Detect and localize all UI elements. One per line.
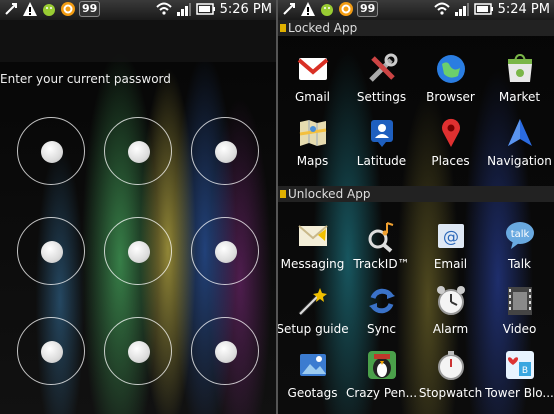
- places-icon: [442, 118, 460, 147]
- app-maps[interactable]: Maps: [278, 116, 347, 180]
- locked-section-header: Locked App: [278, 20, 554, 36]
- pattern-dot-2[interactable]: [104, 117, 172, 185]
- pattern-dot-1[interactable]: [17, 117, 85, 185]
- video-icon: [508, 287, 532, 315]
- app-trackid[interactable]: TrackID™: [347, 219, 416, 283]
- svg-text:@: @: [443, 227, 459, 246]
- browser-icon: [437, 55, 465, 83]
- app-email[interactable]: @ Email: [416, 219, 485, 283]
- sync-icon: [369, 288, 395, 314]
- notification-count-badge: 99: [79, 1, 101, 17]
- title-band: [0, 20, 276, 62]
- svg-text:B: B: [522, 366, 528, 376]
- trackid-icon: [368, 222, 394, 253]
- pattern-dot-7[interactable]: [17, 317, 85, 385]
- app-market[interactable]: Market: [485, 52, 554, 116]
- pattern-dot-4[interactable]: [17, 217, 85, 285]
- stopwatch-icon: [438, 351, 464, 380]
- email-icon: @: [438, 224, 464, 248]
- android-icon: [43, 4, 55, 16]
- pattern-dot-9[interactable]: [191, 317, 259, 385]
- maps-icon: [299, 120, 327, 146]
- pattern-dot-8[interactable]: [104, 317, 172, 385]
- app-navigation[interactable]: Navigation: [485, 116, 554, 180]
- clock: 5:24 PM: [497, 1, 550, 17]
- pattern-lock-screen: 99 5:26 PM Enter your current password: [0, 0, 276, 414]
- messaging-icon: [298, 225, 328, 246]
- app-messaging[interactable]: Messaging: [278, 219, 347, 283]
- app-talk[interactable]: talk Talk: [485, 219, 554, 283]
- app-stopwatch[interactable]: Stopwatch: [416, 348, 485, 412]
- usb-debug-icon: [283, 3, 295, 15]
- pattern-dot-3[interactable]: [191, 117, 259, 185]
- status-bar: 99 5:26 PM: [0, 0, 276, 20]
- battery-icon: [195, 3, 215, 15]
- gmail-icon: [297, 58, 329, 80]
- settings-icon: [369, 53, 398, 82]
- app-alarm[interactable]: Alarm: [416, 284, 485, 348]
- battery-icon: [473, 3, 493, 15]
- latitude-icon: [371, 120, 393, 147]
- status-bar: 99 5:24 PM: [278, 0, 554, 20]
- market-icon: [508, 53, 532, 82]
- usb-debug-icon: [5, 3, 17, 15]
- navigation-icon: [508, 119, 532, 146]
- android-icon: [321, 4, 333, 16]
- app-browser[interactable]: Browser: [416, 52, 485, 116]
- app-tower-bloxx[interactable]: B Tower Blo...: [485, 348, 554, 412]
- wifi-icon: [433, 2, 450, 15]
- app-video[interactable]: Video: [485, 284, 554, 348]
- svg-text:talk: talk: [511, 229, 530, 240]
- app-setup-guide[interactable]: Setup guide: [278, 284, 349, 348]
- app-lock-list-screen: 99 5:24 PM Locked App Gmail Settings Bro…: [278, 0, 554, 414]
- pattern-dot-5[interactable]: [104, 217, 172, 285]
- notification-app-icon: [339, 2, 353, 16]
- app-latitude[interactable]: Latitude: [347, 116, 416, 180]
- app-sync[interactable]: Sync: [347, 284, 416, 348]
- warning-icon: [23, 2, 37, 16]
- app-settings[interactable]: Settings: [347, 52, 416, 116]
- clock: 5:26 PM: [219, 1, 272, 17]
- notification-app-icon: [61, 2, 75, 16]
- crazy-penguin-icon: [368, 351, 396, 379]
- signal-strength-icon: [176, 3, 191, 16]
- signal-strength-icon: [454, 3, 469, 16]
- alarm-icon: [437, 286, 465, 315]
- app-crazy-penguin[interactable]: Crazy Pen...: [346, 348, 417, 412]
- unlocked-section-header: Unlocked App: [278, 186, 554, 202]
- app-gmail[interactable]: Gmail: [278, 52, 347, 116]
- setup-guide-icon: [298, 288, 327, 316]
- notification-count-badge: 99: [357, 1, 379, 17]
- password-prompt: Enter your current password: [0, 72, 171, 86]
- wifi-icon: [155, 2, 172, 15]
- pattern-dot-6[interactable]: [191, 217, 259, 285]
- app-geotags[interactable]: Geotags: [278, 348, 347, 412]
- tower-bloxx-icon: B: [506, 351, 534, 379]
- app-places[interactable]: Places: [416, 116, 485, 180]
- geotags-icon: [300, 354, 326, 376]
- warning-icon: [301, 2, 315, 16]
- talk-icon: talk: [506, 222, 534, 249]
